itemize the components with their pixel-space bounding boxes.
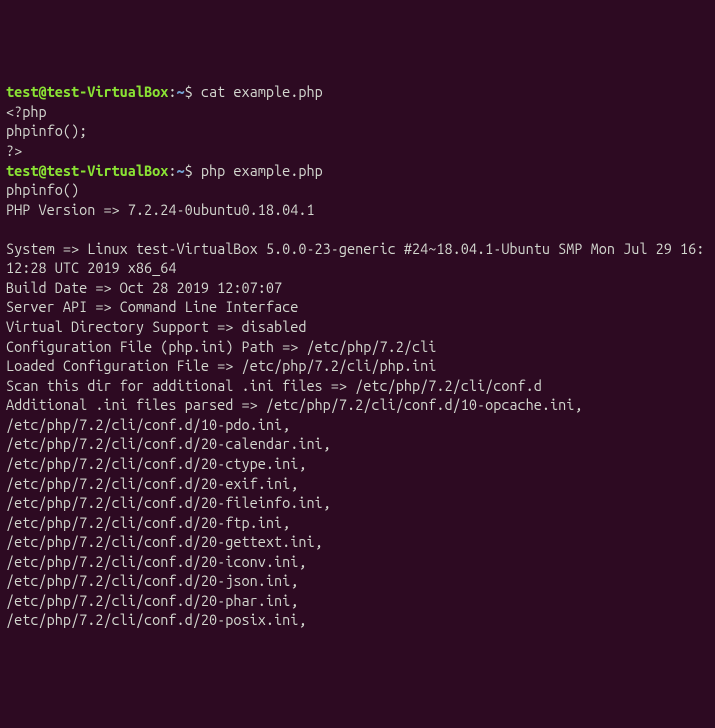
- output-line: phpinfo(): [6, 181, 79, 198]
- colon: :: [168, 162, 176, 179]
- output-line: /etc/php/7.2/cli/conf.d/20-fileinfo.ini,: [6, 494, 331, 511]
- output-line: /etc/php/7.2/cli/conf.d/20-calendar.ini,: [6, 435, 331, 452]
- command-text: php example.php: [201, 162, 323, 179]
- output-line: /etc/php/7.2/cli/conf.d/20-exif.ini,: [6, 475, 298, 492]
- output-line: /etc/php/7.2/cli/conf.d/20-gettext.ini,: [6, 533, 323, 550]
- colon: :: [168, 83, 176, 100]
- terminal-output[interactable]: test@test-VirtualBox:~$ cat example.php<…: [6, 82, 709, 630]
- user-host: test@test-VirtualBox: [6, 162, 168, 179]
- output-line: /etc/php/7.2/cli/conf.d/20-iconv.ini,: [6, 553, 306, 570]
- output-line: Loaded Configuration File => /etc/php/7.…: [6, 357, 436, 374]
- dollar-sign: $: [185, 83, 201, 100]
- output-line: /etc/php/7.2/cli/conf.d/20-json.ini,: [6, 572, 298, 589]
- prompt-line-2: test@test-VirtualBox:~$ php example.php: [6, 161, 709, 181]
- output-line: <?php: [6, 103, 47, 120]
- cwd-path: ~: [177, 83, 185, 100]
- output-line: ?>: [6, 142, 22, 159]
- output-line: phpinfo();: [6, 122, 87, 139]
- user-host: test@test-VirtualBox: [6, 83, 168, 100]
- output-line: Scan this dir for additional .ini files …: [6, 377, 542, 394]
- output-line: System => Linux test-VirtualBox 5.0.0-23…: [6, 240, 704, 277]
- output-line: Build Date => Oct 28 2019 12:07:07: [6, 279, 282, 296]
- prompt-line-1: test@test-VirtualBox:~$ cat example.php: [6, 82, 709, 102]
- cwd-path: ~: [177, 162, 185, 179]
- output-line: /etc/php/7.2/cli/conf.d/20-ctype.ini,: [6, 455, 306, 472]
- output-line: Additional .ini files parsed => /etc/php…: [6, 396, 583, 413]
- output-line: /etc/php/7.2/cli/conf.d/10-pdo.ini,: [6, 416, 290, 433]
- command-text: cat example.php: [201, 83, 323, 100]
- output-line: Virtual Directory Support => disabled: [6, 318, 306, 335]
- output-line: /etc/php/7.2/cli/conf.d/20-posix.ini,: [6, 611, 306, 628]
- output-line: Server API => Command Line Interface: [6, 298, 298, 315]
- output-line: Configuration File (php.ini) Path => /et…: [6, 338, 436, 355]
- output-line: /etc/php/7.2/cli/conf.d/20-phar.ini,: [6, 592, 298, 609]
- output-line: PHP Version => 7.2.24-0ubuntu0.18.04.1: [6, 201, 315, 218]
- dollar-sign: $: [185, 162, 201, 179]
- output-line: /etc/php/7.2/cli/conf.d/20-ftp.ini,: [6, 514, 290, 531]
